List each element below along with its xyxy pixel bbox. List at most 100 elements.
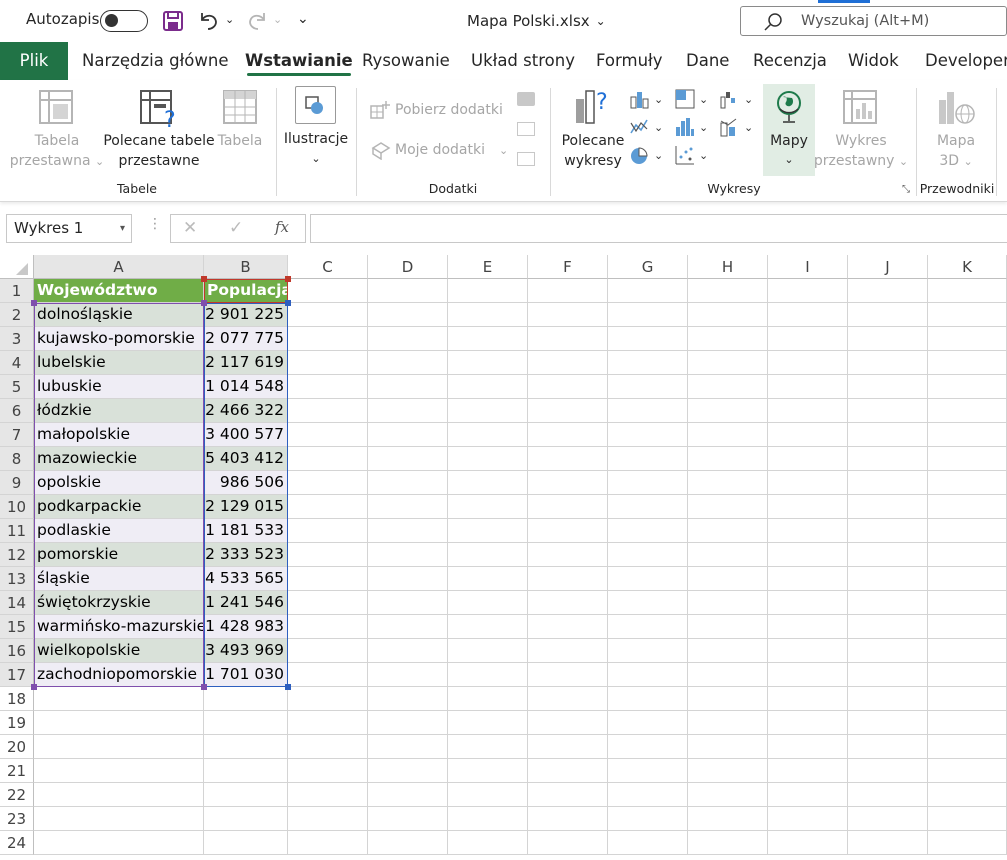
cell[interactable] — [688, 759, 768, 783]
cell-populacja[interactable]: 2 117 619 — [204, 351, 288, 375]
cell[interactable] — [368, 519, 448, 543]
cell[interactable] — [204, 687, 288, 711]
row-header-12[interactable]: 12 — [0, 543, 34, 567]
maps-button[interactable]: Mapy ⌄ — [763, 84, 815, 176]
tab-wstawianie[interactable]: Wstawianie — [245, 42, 353, 80]
cell[interactable] — [368, 783, 448, 807]
row-header-3[interactable]: 3 — [0, 327, 34, 351]
cell[interactable] — [928, 711, 1007, 735]
cell[interactable] — [288, 447, 368, 471]
cell[interactable] — [608, 327, 688, 351]
cell-populacja[interactable]: 5 403 412 — [204, 447, 288, 471]
row-header-4[interactable]: 4 — [0, 351, 34, 375]
cell-wojewodztwo[interactable]: dolnośląskie — [34, 303, 204, 327]
cell[interactable] — [688, 327, 768, 351]
cell[interactable] — [608, 471, 688, 495]
cell[interactable] — [848, 807, 928, 831]
cell-populacja[interactable]: 1 181 533 — [204, 519, 288, 543]
cell[interactable] — [688, 567, 768, 591]
row-header-24[interactable]: 24 — [0, 831, 34, 855]
cell[interactable] — [768, 735, 848, 759]
row-header-17[interactable]: 17 — [0, 663, 34, 687]
cell[interactable] — [608, 759, 688, 783]
cell[interactable] — [608, 663, 688, 687]
my-addins-button[interactable]: Moje dodatki ⌄ — [395, 140, 508, 161]
cell[interactable] — [288, 327, 368, 351]
cell-wojewodztwo[interactable]: wielkopolskie — [34, 639, 204, 663]
cell[interactable] — [928, 327, 1007, 351]
cell[interactable] — [768, 471, 848, 495]
cell[interactable] — [848, 279, 928, 303]
cell[interactable] — [608, 351, 688, 375]
tab-widok[interactable]: Widok — [848, 42, 899, 80]
people-graph-icon[interactable] — [517, 152, 535, 166]
cell[interactable] — [688, 591, 768, 615]
enter-icon[interactable]: ✓ — [229, 218, 243, 238]
range-handle[interactable] — [201, 684, 207, 690]
cell[interactable] — [528, 783, 608, 807]
cell[interactable] — [768, 687, 848, 711]
cell-wojewodztwo[interactable]: kujawsko-pomorskie — [34, 327, 204, 351]
cell[interactable] — [288, 663, 368, 687]
cell[interactable] — [608, 567, 688, 591]
insert-function-icon[interactable]: fx — [275, 218, 289, 236]
cell-wojewodztwo[interactable]: zachodniopomorskie — [34, 663, 204, 687]
cell[interactable] — [288, 519, 368, 543]
cell[interactable] — [688, 783, 768, 807]
column-header-g[interactable]: G — [608, 255, 688, 279]
cell[interactable] — [928, 279, 1007, 303]
cell[interactable] — [448, 327, 528, 351]
cell[interactable] — [848, 375, 928, 399]
cell[interactable] — [34, 807, 204, 831]
cell[interactable] — [848, 495, 928, 519]
cell[interactable] — [34, 711, 204, 735]
cell-populacja[interactable]: 2 077 775 — [204, 327, 288, 351]
cell[interactable] — [288, 543, 368, 567]
pie-chart-icon[interactable]: ⌄ — [630, 145, 664, 169]
cell-wojewodztwo[interactable]: warmińsko-mazurskie — [34, 615, 204, 639]
range-handle[interactable] — [31, 300, 37, 306]
cell[interactable] — [608, 711, 688, 735]
cell[interactable] — [288, 471, 368, 495]
cell-populacja[interactable]: 1 014 548 — [204, 375, 288, 399]
cell[interactable] — [848, 735, 928, 759]
tab-uklad-strony[interactable]: Układ strony — [471, 42, 575, 80]
cell[interactable] — [688, 399, 768, 423]
cell[interactable] — [848, 327, 928, 351]
cell[interactable] — [848, 639, 928, 663]
row-header-8[interactable]: 8 — [0, 447, 34, 471]
cell[interactable] — [368, 687, 448, 711]
cancel-icon[interactable]: ✕ — [183, 218, 197, 238]
cell[interactable] — [608, 687, 688, 711]
column-chart-icon[interactable]: ⌄ — [630, 89, 664, 113]
cell-populacja[interactable]: 986 506 — [204, 471, 288, 495]
cell[interactable] — [288, 303, 368, 327]
range-handle[interactable] — [285, 276, 291, 282]
column-header-b[interactable]: B — [204, 255, 288, 279]
cell[interactable] — [448, 783, 528, 807]
cell[interactable] — [288, 375, 368, 399]
cell[interactable] — [528, 375, 608, 399]
cell[interactable] — [848, 567, 928, 591]
cell[interactable] — [608, 447, 688, 471]
cell[interactable] — [528, 495, 608, 519]
cell[interactable] — [528, 471, 608, 495]
cell[interactable] — [448, 543, 528, 567]
file-title[interactable]: Mapa Polski.xlsx ⌄ — [467, 12, 606, 30]
cell[interactable] — [448, 615, 528, 639]
cell[interactable] — [848, 471, 928, 495]
cell[interactable] — [368, 351, 448, 375]
cell[interactable] — [34, 759, 204, 783]
cell-wojewodztwo[interactable]: łódzkie — [34, 399, 204, 423]
tab-rysowanie[interactable]: Rysowanie — [362, 42, 450, 80]
cell[interactable] — [528, 423, 608, 447]
tab-developer[interactable]: Developer — [925, 42, 1007, 80]
cell[interactable] — [368, 615, 448, 639]
illustrations-button[interactable]: Ilustracje ⌄ — [280, 129, 352, 169]
cell[interactable] — [688, 711, 768, 735]
cell[interactable] — [608, 519, 688, 543]
cell[interactable] — [368, 327, 448, 351]
pivot-chart-button[interactable]: Wykres przestawny ⌄ — [812, 131, 910, 172]
row-header-9[interactable]: 9 — [0, 471, 34, 495]
row-header-14[interactable]: 14 — [0, 591, 34, 615]
